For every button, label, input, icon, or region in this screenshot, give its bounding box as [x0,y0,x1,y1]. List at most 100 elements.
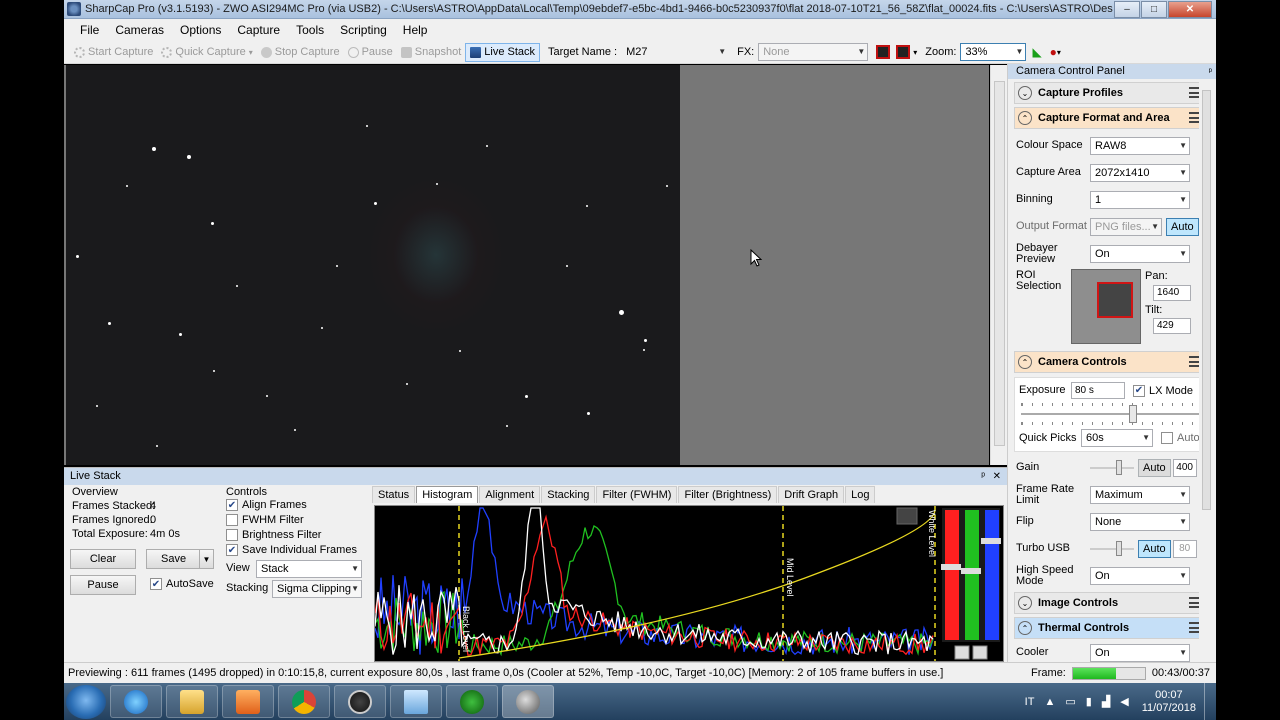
exposure-slider-thumb[interactable] [1128,405,1137,423]
fx-combo[interactable]: None ▼ [758,43,869,61]
green-level-knob[interactable] [961,568,981,574]
turbo-usb-input[interactable]: 80 [1172,539,1197,558]
high-speed-combo[interactable]: On ▼ [1090,566,1190,585]
debayer-combo[interactable]: On ▼ [1090,244,1190,263]
pause-stack-button[interactable]: Pause [70,575,136,595]
quick-capture-dropdown-icon[interactable]: ▾ [249,48,253,57]
capture-area-combo[interactable]: 2072x1410 ▼ [1090,163,1190,182]
clear-button[interactable]: Clear [70,549,136,569]
tray-expand-icon[interactable]: ▲ [1044,696,1055,708]
histogram-reset-icon[interactable] [954,645,970,660]
stacking-combo[interactable]: Sigma Clipping ▼ [272,580,362,598]
language-indicator[interactable]: IT [1025,696,1035,708]
zoom-combo[interactable]: 33% ▼ [960,43,1027,61]
magnifier-icon[interactable]: ● [1050,45,1057,59]
histogram-refresh-icon[interactable] [972,645,988,660]
exposure-input[interactable]: 80 s [1071,382,1125,399]
start-capture-button[interactable]: Start Capture [70,43,157,62]
pan-input[interactable]: 1640 [1153,285,1191,301]
taskbar-sharpcap[interactable] [502,685,554,718]
tab-drift-graph[interactable]: Drift Graph [778,486,845,503]
section-camera-controls[interactable]: ⌃ Camera Controls [1014,351,1208,373]
minimize-button[interactable]: – [1114,0,1140,18]
menu-capture[interactable]: Capture [229,23,288,37]
menu-scripting[interactable]: Scripting [332,23,395,37]
gain-auto-button[interactable]: Auto [1138,458,1171,477]
turbo-usb-slider[interactable] [1090,540,1134,558]
brightness-filter-row[interactable]: Brightness Filter [226,529,321,541]
colour-space-combo[interactable]: RAW8 ▼ [1090,136,1190,155]
tab-histogram[interactable]: Histogram [416,486,479,503]
menu-help[interactable]: Help [395,23,436,37]
frame-rate-combo[interactable]: Maximum ▼ [1090,485,1190,504]
histogram-zoom-icon[interactable] [896,507,918,525]
roi-box[interactable] [1097,282,1133,318]
view-combo[interactable]: Stack ▼ [256,560,362,578]
cooler-combo[interactable]: On ▼ [1090,643,1190,662]
tab-status[interactable]: Status [372,486,416,503]
start-button[interactable] [66,684,106,719]
image-scrollbar[interactable] [990,65,1007,465]
save-individual-row[interactable]: ✔ Save Individual Frames [226,544,357,556]
quick-picks-auto-checkbox[interactable] [1161,432,1173,444]
control-panel-scrollbar[interactable] [1199,80,1214,660]
gain-slider-thumb[interactable] [1116,459,1122,475]
reticle-icon[interactable] [896,45,911,59]
pin-icon[interactable]: ᵖ [981,468,985,485]
close-icon[interactable]: ✕ [993,468,1001,485]
battery-icon[interactable]: ▮ [1086,695,1092,708]
roi-preview[interactable] [1071,269,1141,344]
image-viewport[interactable] [64,65,989,465]
section-capture-format[interactable]: ⌃ Capture Format and Area [1014,107,1208,129]
tilt-input[interactable]: 429 [1153,318,1191,334]
save-individual-checkbox[interactable]: ✔ [226,544,238,556]
menu-cameras[interactable]: Cameras [107,23,172,37]
quick-capture-button[interactable]: Quick Capture ▾ [157,43,256,62]
histogram-stretch-icon[interactable] [876,45,891,59]
taskbar-phd[interactable] [446,685,498,718]
menu-tools[interactable]: Tools [288,23,332,37]
chevron-down-icon[interactable]: ▼ [199,550,213,568]
output-format-combo[interactable]: PNG files... ▼ [1090,217,1162,236]
tab-stacking[interactable]: Stacking [541,486,596,503]
turbo-usb-auto-button[interactable]: Auto [1138,539,1171,558]
taskbar-explorer[interactable] [166,685,218,718]
taskbar-media[interactable] [222,685,274,718]
fwhm-filter-row[interactable]: FWHM Filter [226,514,304,526]
taskbar-notepad[interactable] [390,685,442,718]
tab-log[interactable]: Log [845,486,876,503]
binning-combo[interactable]: 1 ▼ [1090,190,1190,209]
histogram-view[interactable]: Black Level Mid Level White Level [374,505,1004,662]
maximize-button[interactable]: □ [1141,0,1167,18]
autosave-checkbox[interactable]: ✔ [150,578,162,590]
taskbar-obs[interactable] [334,685,386,718]
flip-combo[interactable]: None ▼ [1090,512,1190,531]
brightness-filter-checkbox[interactable] [226,529,238,541]
gain-slider[interactable] [1090,459,1134,477]
pin-icon[interactable]: ᵖ [1209,64,1212,79]
network-icon[interactable]: ▟ [1102,695,1110,708]
image-scrollbar-thumb[interactable] [994,81,1005,446]
turbo-usb-slider-thumb[interactable] [1116,540,1122,556]
red-level-knob[interactable] [941,564,961,570]
blue-level-knob[interactable] [981,538,1001,544]
pause-button[interactable]: Pause [344,43,397,62]
align-frames-row[interactable]: ✔ Align Frames [226,499,307,511]
exposure-slider[interactable] [1021,403,1201,425]
control-panel-scrollbar-thumb[interactable] [1202,90,1211,510]
histogram-icon[interactable]: ◣ [1032,45,1041,59]
blue-level-bar[interactable] [985,510,999,640]
green-level-bar[interactable] [965,510,979,640]
taskbar-ie[interactable] [110,685,162,718]
volume-icon[interactable]: ◀ [1120,695,1128,708]
usb-icon[interactable]: ▭ [1065,695,1075,708]
chevron-down-icon[interactable]: ▾ [1057,48,1061,57]
target-name-combo[interactable]: M27 ▼ [621,43,729,61]
menu-options[interactable]: Options [172,23,229,37]
close-button[interactable]: ✕ [1168,0,1212,18]
section-image-controls[interactable]: ⌄ Image Controls [1014,592,1208,614]
snapshot-button[interactable]: Snapshot [397,43,465,62]
quick-picks-combo[interactable]: 60s ▼ [1081,429,1153,447]
menu-file[interactable]: File [72,23,107,37]
show-desktop-button[interactable] [1204,683,1216,720]
